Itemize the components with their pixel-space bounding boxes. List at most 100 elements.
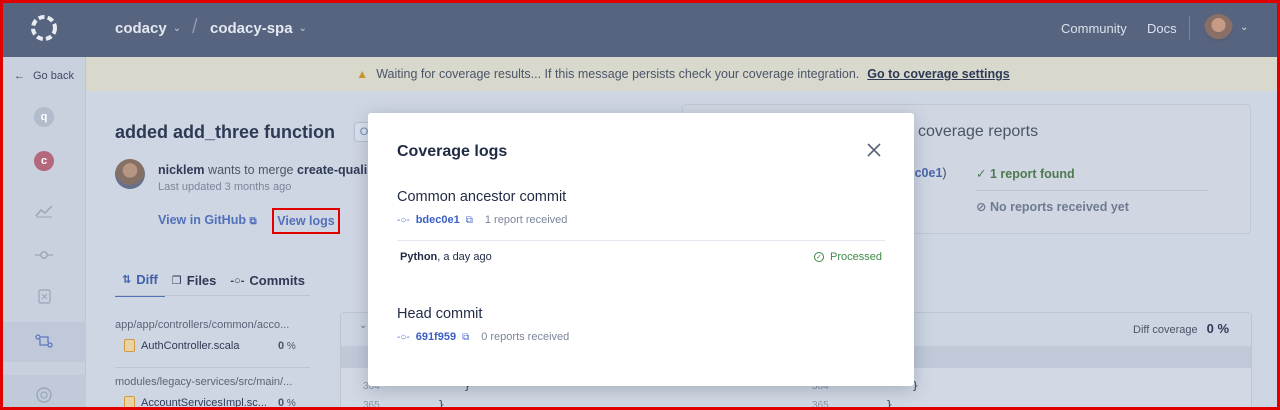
commit-icon: -○- [397, 214, 410, 226]
community-link[interactable]: Community [1061, 21, 1127, 36]
org-avatar-c[interactable]: c [34, 151, 54, 171]
docs-link[interactable]: Docs [1147, 21, 1177, 36]
external-link-icon[interactable]: ⧉ [462, 332, 469, 343]
external-link-icon[interactable]: ⧉ [466, 215, 473, 226]
status-label: Processed [830, 251, 882, 263]
divider [397, 240, 885, 241]
reports-found: ✓ 1 report found [976, 166, 1075, 181]
pr-author-line: nicklem wants to merge create-quali [158, 163, 367, 177]
warning-icon: ▲ [356, 67, 369, 81]
coverage-settings-link[interactable]: Go to coverage settings [867, 67, 1009, 81]
top-navigation-bar: codacy ⌄ / codacy-spa ⌄ Community Docs ⌄ [0, 0, 1280, 57]
file-name: AccountServicesImpl.sc... [141, 396, 267, 409]
tab-commits-label: Commits [249, 273, 305, 288]
no-reports: ⊘ No reports received yet [976, 199, 1129, 214]
file-name: AuthController.scala [141, 339, 240, 352]
chart-icon[interactable] [34, 201, 54, 221]
line-number: 365 [812, 400, 829, 410]
tab-files-label: Files [186, 273, 217, 288]
file-path: app/app/controllers/common/acco... [115, 319, 290, 331]
help-circle-icon[interactable] [34, 385, 54, 405]
list-item[interactable]: AuthController.scala [124, 339, 239, 352]
codacy-logo-icon[interactable] [30, 14, 58, 42]
commit-reference: -○- 691f959 ⧉ 0 reports received [397, 331, 569, 343]
go-back-label: Go back [33, 70, 74, 82]
org-selector[interactable]: codacy ⌄ [115, 20, 181, 37]
section-heading: Head commit [397, 306, 483, 322]
report-count: 1 report received [484, 214, 568, 226]
diff-coverage: Diff coverage 0 % [1133, 321, 1229, 336]
tab-diff-label: Diff [136, 272, 158, 287]
coverage-panel-title: coverage reports [918, 123, 1039, 140]
chevron-down-icon[interactable]: ⌄ [1240, 22, 1248, 33]
report-time: , a day ago [437, 251, 492, 263]
coverage-unit: % [286, 341, 296, 352]
divider [115, 367, 310, 368]
file-icon[interactable] [34, 286, 54, 306]
diff-coverage-label: Diff coverage [1133, 324, 1198, 336]
report-language: Python, a day ago [400, 251, 492, 263]
modal-title: Coverage logs [397, 143, 508, 160]
coverage-unit: % [286, 398, 296, 409]
pull-request-icon [34, 331, 54, 351]
scala-file-icon [124, 396, 135, 409]
file-coverage: 0 % [278, 397, 296, 409]
chevron-down-icon: ⌄ [172, 23, 182, 34]
section-heading: Common ancestor commit [397, 189, 567, 205]
status-badge: ✓ Processed [814, 251, 882, 263]
author-name[interactable]: nicklem [158, 163, 205, 177]
scala-file-icon [124, 339, 135, 352]
pr-tabs: ⇅ Diff ❐ Files -○- Commits [115, 270, 312, 297]
chevron-down-icon[interactable]: ⌄ [359, 320, 367, 331]
close-icon[interactable] [865, 141, 883, 159]
commit-icon: -○- [397, 331, 410, 343]
tabs-underline [115, 295, 310, 296]
view-in-github-label: View in GitHub [158, 213, 246, 227]
view-in-github-link[interactable]: View in GitHub ⧉ [158, 213, 257, 227]
divider [976, 190, 1208, 191]
coverage-logs-modal: Coverage logs Common ancestor commit -○-… [368, 113, 914, 386]
last-updated: Last updated 3 months ago [158, 181, 292, 193]
list-item[interactable]: AccountServicesImpl.sc... [124, 396, 267, 409]
tab-commits[interactable]: -○- Commits [223, 270, 312, 297]
banner-message: Waiting for coverage results... If this … [376, 67, 860, 81]
repo-selector[interactable]: codacy-spa ⌄ [210, 20, 307, 37]
repo-name: codacy-spa [210, 20, 293, 37]
tab-files[interactable]: ❐ Files [165, 270, 224, 297]
source-branch: create-quali [297, 163, 368, 177]
commit-icon: -○- [230, 274, 245, 287]
arrow-left-icon: ← [14, 70, 25, 82]
reports-found-label: 1 report found [989, 167, 1075, 181]
blocked-icon: ⊘ [976, 200, 987, 214]
pr-action: wants to merge [208, 163, 294, 177]
no-reports-label: No reports received yet [989, 200, 1129, 214]
diff-coverage-value: 0 % [1206, 321, 1230, 336]
org-avatar-q[interactable]: q [34, 107, 54, 127]
file-path: modules/legacy-services/src/main/... [115, 376, 293, 388]
go-back-link[interactable]: ← Go back [14, 70, 74, 82]
coverage-value: 0 [278, 397, 285, 409]
code-line: } [438, 398, 445, 410]
file-coverage: 0 % [278, 340, 296, 352]
user-avatar[interactable] [1204, 14, 1233, 43]
author-avatar [115, 159, 145, 189]
report-count: 0 reports received [481, 331, 570, 343]
diff-icon: ⇅ [122, 274, 132, 286]
files-icon: ❐ [171, 275, 182, 287]
code-line: } [886, 398, 893, 410]
commit-sha-link[interactable]: 691f959 [416, 331, 456, 343]
left-sidebar: ← Go back q c [0, 57, 86, 410]
commit-sha-link[interactable]: bdec0e1 [416, 214, 460, 226]
tab-diff[interactable]: ⇅ Diff [115, 270, 165, 297]
page-title: added add_three function [115, 122, 336, 142]
line-number: 365 [363, 400, 380, 410]
commit-reference: -○- bdec0e1 ⧉ 1 report received [397, 214, 567, 226]
org-name: codacy [115, 20, 167, 37]
chevron-down-icon: ⌄ [298, 23, 307, 34]
external-link-icon: ⧉ [249, 216, 257, 227]
view-logs-button[interactable]: View logs [272, 208, 340, 234]
language-name: Python [400, 251, 438, 263]
divider [1189, 16, 1190, 40]
commit-icon[interactable] [34, 245, 54, 265]
check-icon: ✓ [976, 167, 987, 181]
